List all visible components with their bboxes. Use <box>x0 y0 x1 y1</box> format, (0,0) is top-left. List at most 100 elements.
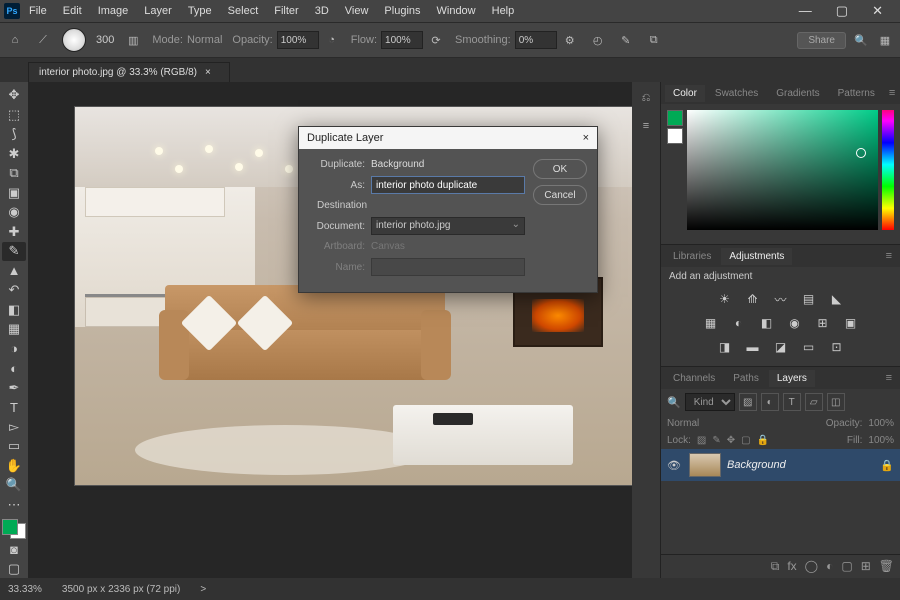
delete-layer-icon[interactable]: 🗑 <box>879 559 894 574</box>
window-minimize-icon[interactable]: — <box>792 1 819 21</box>
window-maximize-icon[interactable]: ▢ <box>829 1 855 21</box>
color-swatches[interactable] <box>2 519 26 539</box>
vibrance-adj-icon[interactable]: ◣ <box>826 290 848 308</box>
exposure-adj-icon[interactable]: ▤ <box>798 290 820 308</box>
crop-tool-icon[interactable]: ⧉ <box>2 164 26 183</box>
search-icon[interactable]: 🔍 <box>667 396 681 409</box>
menu-layer[interactable]: Layer <box>137 3 179 19</box>
marquee-tool-icon[interactable]: ⬚ <box>2 106 26 125</box>
opacity-input[interactable] <box>277 31 319 49</box>
panel-menu-icon[interactable]: ≡ <box>885 87 899 99</box>
window-close-icon[interactable]: ✕ <box>865 1 890 21</box>
history-brush-tool-icon[interactable]: ↶ <box>2 281 26 300</box>
airbrush-icon[interactable]: ⟳ <box>427 31 445 49</box>
type-tool-icon[interactable]: T <box>2 398 26 417</box>
hue-slider[interactable] <box>882 110 894 230</box>
gradient-tool-icon[interactable]: ▦ <box>2 320 26 339</box>
layers-tab[interactable]: Layers <box>769 370 815 387</box>
gradients-tab[interactable]: Gradients <box>768 85 827 102</box>
threshold-adj-icon[interactable]: ◪ <box>770 338 792 356</box>
document-dimensions[interactable]: 3500 px x 2336 px (72 ppi) <box>62 584 180 595</box>
quickmask-icon[interactable]: ◙ <box>2 540 26 559</box>
channels-tab[interactable]: Channels <box>665 370 723 387</box>
heal-tool-icon[interactable]: ✚ <box>2 223 26 242</box>
menu-image[interactable]: Image <box>91 3 136 19</box>
brightness-adj-icon[interactable]: ☀ <box>714 290 736 308</box>
colorbalance-adj-icon[interactable]: ◐ <box>728 314 750 332</box>
foreground-swatch[interactable] <box>667 110 683 126</box>
dodge-tool-icon[interactable]: ◐ <box>2 359 26 378</box>
brush-preview[interactable] <box>62 28 86 52</box>
panel-menu-icon[interactable]: ≡ <box>882 372 896 384</box>
angle-icon[interactable]: ◴ <box>589 31 607 49</box>
ok-button[interactable]: OK <box>533 159 587 179</box>
menu-file[interactable]: File <box>22 3 54 19</box>
frame-tool-icon[interactable]: ▣ <box>2 184 26 203</box>
tab-close-icon[interactable]: × <box>205 67 211 78</box>
lock-paint-icon[interactable]: ✎ <box>712 435 720 446</box>
status-arrow-icon[interactable]: > <box>200 584 206 595</box>
levels-adj-icon[interactable]: ⟰ <box>742 290 764 308</box>
filter-shape-icon[interactable]: ▱ <box>805 393 823 411</box>
layer-name[interactable]: Background <box>727 459 874 471</box>
brush-icon[interactable]: ⟋ <box>34 31 52 49</box>
layer-row[interactable]: 👁 Background 🔒 <box>661 449 900 481</box>
canvas-area[interactable]: Duplicate Layer × Duplicate:Background A… <box>28 82 632 578</box>
shape-tool-icon[interactable]: ▭ <box>2 437 26 456</box>
filter-type-icon[interactable]: T <box>783 393 801 411</box>
lock-trans-icon[interactable]: ▨ <box>697 435 706 446</box>
dialog-close-icon[interactable]: × <box>583 132 589 144</box>
pressure-opacity-icon[interactable]: ◔ <box>323 31 341 49</box>
workspace-icon[interactable]: ▦ <box>876 31 894 49</box>
home-icon[interactable]: ⌂ <box>6 31 24 49</box>
symmetry-icon[interactable]: ⧉ <box>645 31 663 49</box>
path-tool-icon[interactable]: ▻ <box>2 418 26 437</box>
menu-plugins[interactable]: Plugins <box>377 3 427 19</box>
swatches-tab[interactable]: Swatches <box>707 85 766 102</box>
properties-panel-icon[interactable]: ≡ <box>636 116 656 136</box>
visibility-icon[interactable]: 👁 <box>667 459 683 472</box>
menu-3d[interactable]: 3D <box>308 3 336 19</box>
gear-icon[interactable]: ⚙ <box>561 31 579 49</box>
blur-tool-icon[interactable]: ◑ <box>2 340 26 359</box>
blend-mode-select[interactable]: Normal <box>667 418 699 429</box>
panel-menu-icon[interactable]: ≡ <box>882 250 896 262</box>
menu-view[interactable]: View <box>338 3 376 19</box>
zoom-tool-icon[interactable]: 🔍 <box>2 476 26 495</box>
menu-select[interactable]: Select <box>221 3 266 19</box>
menu-help[interactable]: Help <box>485 3 522 19</box>
document-tab[interactable]: interior photo.jpg @ 33.3% (RGB/8) × <box>28 62 230 82</box>
layer-opacity-value[interactable]: 100% <box>868 418 894 429</box>
edit-toolbar-icon[interactable]: ⋯ <box>2 496 26 515</box>
invert-adj-icon[interactable]: ◨ <box>714 338 736 356</box>
color-field[interactable] <box>687 110 878 230</box>
libraries-tab[interactable]: Libraries <box>665 248 719 265</box>
layer-fx-icon[interactable]: fx <box>787 559 796 574</box>
as-input[interactable] <box>371 176 525 194</box>
filter-smart-icon[interactable]: ◫ <box>827 393 845 411</box>
layer-thumbnail[interactable] <box>689 453 721 477</box>
hand-tool-icon[interactable]: ✋ <box>2 457 26 476</box>
brush-tool-icon[interactable]: ✎ <box>2 242 26 261</box>
share-button[interactable]: Share <box>797 32 846 49</box>
cancel-button[interactable]: Cancel <box>533 185 587 205</box>
pen-tool-icon[interactable]: ✒ <box>2 379 26 398</box>
screenmode-icon[interactable]: ▢ <box>2 560 26 579</box>
filter-adj-icon[interactable]: ◐ <box>761 393 779 411</box>
color-tab[interactable]: Color <box>665 85 705 102</box>
lock-all-icon[interactable]: 🔒 <box>757 435 769 446</box>
mode-value[interactable]: Normal <box>187 34 222 46</box>
hue-adj-icon[interactable]: ▦ <box>700 314 722 332</box>
eyedropper-tool-icon[interactable]: ◉ <box>2 203 26 222</box>
flow-input[interactable] <box>381 31 423 49</box>
colorlookup-adj-icon[interactable]: ▣ <box>840 314 862 332</box>
bw-adj-icon[interactable]: ◧ <box>756 314 778 332</box>
photofilter-adj-icon[interactable]: ◉ <box>784 314 806 332</box>
adjustments-tab[interactable]: Adjustments <box>721 248 792 265</box>
selcolor-adj-icon[interactable]: ⊡ <box>826 338 848 356</box>
new-adj-icon[interactable]: ◐ <box>826 559 833 574</box>
menu-window[interactable]: Window <box>430 3 483 19</box>
document-select[interactable]: interior photo.jpg <box>371 217 525 235</box>
menu-type[interactable]: Type <box>181 3 219 19</box>
lock-icon[interactable]: 🔒 <box>880 459 894 472</box>
